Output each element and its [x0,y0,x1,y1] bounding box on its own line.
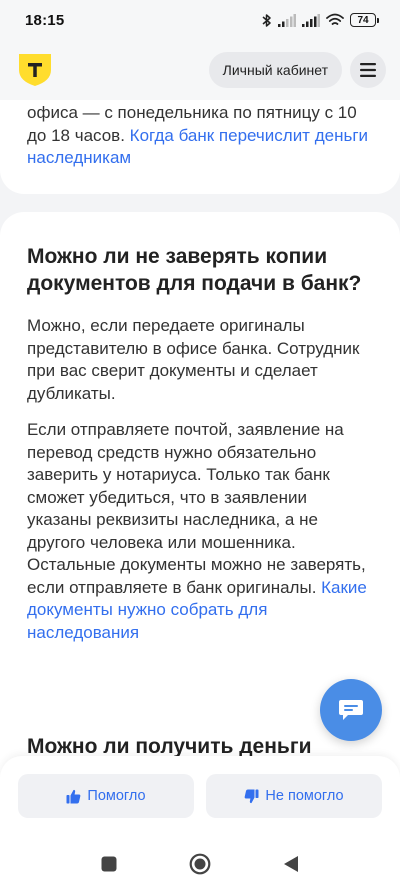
helped-button[interactable]: Помогло [18,774,194,818]
back-icon[interactable] [283,855,299,873]
card2-paragraph-1: Можно, если передаете оригиналы представ… [27,316,360,403]
menu-button[interactable] [350,52,386,88]
chat-button[interactable] [320,679,382,741]
battery-indicator: 74 [350,13,379,27]
thumbs-down-icon [245,789,259,803]
status-time: 18:15 [25,11,65,29]
status-icons: 74 [262,13,379,28]
feedback-bar: Помогло Не помогло [0,756,400,839]
card2-paragraph-2: Если отправляете почтой, заявление на пе… [27,419,373,644]
card2-paragraph-2-text: Если отправляете почтой, заявление на пе… [27,420,366,597]
recent-apps-icon[interactable] [101,856,117,872]
chat-icon [339,700,363,720]
system-nav-bar [0,839,400,889]
thumbs-up-icon [66,789,81,803]
signal-icon-2 [302,13,320,27]
card2-title: Можно ли не заверять копии документов дл… [27,245,362,295]
hamburger-icon [360,63,376,77]
not-helped-label: Не помогло [265,788,344,804]
header-actions: Личный кабинет [208,52,386,88]
card1-paragraph: офиса — с понедельника по пятницу с 10 д… [27,102,373,170]
helped-label: Помогло [87,788,146,804]
shield-logo-icon [19,54,51,86]
not-helped-button[interactable]: Не помогло [206,774,382,818]
battery-level: 74 [357,14,369,26]
wifi-icon [326,13,344,25]
signal-icon-1 [278,13,296,27]
personal-cabinet-button[interactable]: Личный кабинет [208,52,342,88]
bluetooth-icon [262,13,271,27]
status-bar: 18:15 74 [0,0,400,40]
card-previous-answer: офиса — с понедельника по пятницу с 10 д… [0,100,400,194]
app-header: Личный кабинет [0,40,400,100]
tbank-logo[interactable] [18,53,52,87]
home-icon[interactable] [189,853,211,875]
